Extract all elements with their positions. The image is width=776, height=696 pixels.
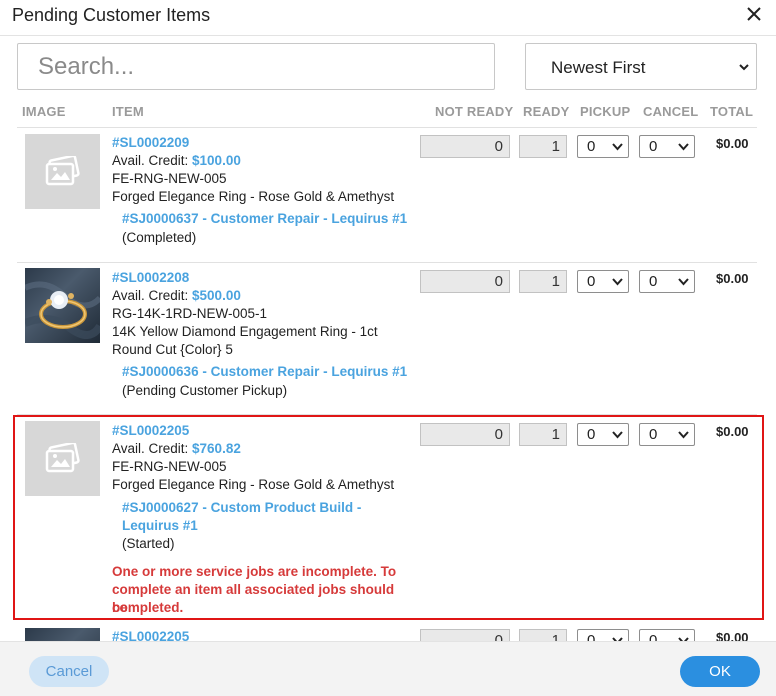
pickup-value: 0	[587, 138, 596, 155]
pickup-qty-select[interactable]: 0	[577, 135, 629, 158]
service-job-link[interactable]: #SJ0000637 - Customer Repair - Lequirus …	[122, 210, 407, 228]
chevron-down-icon	[612, 143, 623, 151]
item-code: RG-14K-1RD-NEW-005-1	[112, 306, 268, 321]
search-input[interactable]	[17, 43, 495, 90]
credit-value: $500.00	[192, 288, 241, 303]
column-header-item: ITEM	[112, 104, 144, 119]
pickup-qty-select[interactable]: 0	[577, 629, 629, 641]
item-sku-link[interactable]: #SL0002208	[112, 270, 189, 285]
item-image-placeholder	[25, 134, 100, 209]
item-sku-link[interactable]: #SL0002209	[112, 135, 189, 150]
item-image-ring-photo	[25, 268, 100, 343]
row-divider	[17, 262, 757, 263]
ring-photo-icon	[25, 281, 100, 339]
item-name-line-1: 14K Yellow Diamond Engagement Ring - 1ct	[112, 324, 378, 339]
item-image-ring-photo	[25, 628, 100, 641]
service-job-status: (Pending Customer Pickup)	[122, 383, 288, 398]
error-highlight-border	[13, 415, 764, 620]
close-icon[interactable]	[744, 4, 764, 24]
chevron-down-icon	[739, 64, 749, 71]
column-header-pickup: PICKUP	[580, 104, 631, 119]
dialog-header: Pending Customer Items	[0, 0, 776, 36]
cancel-qty-select[interactable]: 0	[639, 135, 695, 158]
not-ready-qty: 0	[420, 135, 510, 158]
cancel-value: 0	[649, 138, 658, 155]
item-name-line-2: Round Cut {Color} 5	[112, 342, 233, 357]
item-sku-link[interactable]: #SL0002205	[112, 629, 189, 641]
credit-value: $100.00	[192, 153, 241, 168]
credit-label: Avail. Credit:	[112, 288, 193, 303]
ready-qty: 1	[519, 270, 567, 293]
ready-qty: 1	[519, 135, 567, 158]
item-name: Forged Elegance Ring - Rose Gold & Ameth…	[112, 189, 395, 204]
column-header-total: TOTAL	[710, 104, 754, 119]
table-row: #SL0002205 0 1 0 0 $0.00	[0, 621, 776, 641]
dialog-footer: Cancel OK	[0, 641, 776, 696]
ok-button[interactable]: OK	[680, 656, 760, 687]
service-job-link[interactable]: #SJ0000636 - Customer Repair - Lequirus …	[122, 363, 407, 381]
item-total: $0.00	[716, 271, 749, 286]
chevron-down-icon	[678, 143, 689, 151]
ready-qty: 1	[519, 629, 567, 641]
item-code: FE-RNG-NEW-005	[112, 171, 227, 186]
cancel-qty-select[interactable]: 0	[639, 629, 695, 641]
service-job-status: (Completed)	[122, 230, 197, 245]
not-ready-qty: 0	[420, 629, 510, 641]
item-credit: Avail. Credit: $100.00	[112, 153, 241, 168]
cancel-button[interactable]: Cancel	[29, 656, 109, 687]
cancel-value: 0	[649, 273, 658, 290]
chevron-down-icon	[678, 278, 689, 286]
cancel-value: 0	[649, 632, 658, 641]
pickup-value: 0	[587, 273, 596, 290]
header-divider	[17, 127, 757, 128]
image-placeholder-icon	[45, 156, 80, 186]
column-header-not-ready: NOT READY	[435, 104, 514, 119]
column-header-ready: READY	[523, 104, 570, 119]
column-header-cancel: CANCEL	[643, 104, 699, 119]
chevron-down-icon	[612, 278, 623, 286]
item-total: $0.00	[716, 630, 749, 641]
not-ready-qty: 0	[420, 270, 510, 293]
sort-select[interactable]: Newest First	[525, 43, 757, 90]
column-header-image: IMAGE	[22, 104, 66, 119]
item-credit: Avail. Credit: $500.00	[112, 288, 241, 303]
pickup-qty-select[interactable]: 0	[577, 270, 629, 293]
item-total: $0.00	[716, 136, 749, 151]
credit-label: Avail. Credit:	[112, 153, 193, 168]
dialog-title: Pending Customer Items	[12, 5, 211, 25]
cancel-qty-select[interactable]: 0	[639, 270, 695, 293]
pickup-value: 0	[587, 632, 596, 641]
sort-selected-value: Newest First	[551, 58, 646, 77]
